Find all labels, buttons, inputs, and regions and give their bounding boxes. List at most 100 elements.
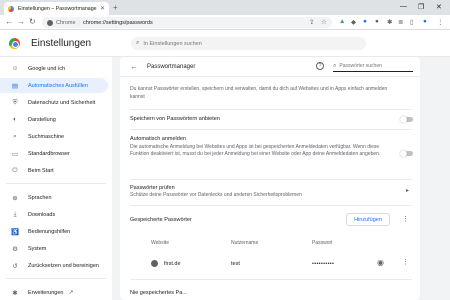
tab-title: Einstellungen – Passwortmanager xyxy=(18,5,97,12)
sidebar-item-label: Standardbrowser xyxy=(28,150,70,157)
more-actions-icon[interactable]: ⋮ xyxy=(402,215,409,223)
extension-icon-3[interactable]: ● xyxy=(375,18,379,25)
add-password-button[interactable]: Hinzufügen xyxy=(346,213,390,226)
tab-settings[interactable]: Einstellungen – Passwortmanager ✕ xyxy=(4,2,109,15)
sidebar-item-default-browser[interactable]: ▭ Standardbrowser xyxy=(0,146,112,161)
new-tab-icon[interactable]: + xyxy=(113,3,118,12)
settings-header: Einstellungen ⌕ xyxy=(0,30,450,57)
panel-header: ← Passwortmanager ? ⌕ xyxy=(120,57,420,77)
panel-title: Passwortmanager xyxy=(147,64,196,70)
reload-icon[interactable]: ↻ xyxy=(29,17,36,26)
chevron-right-icon: ▸ xyxy=(406,188,410,194)
sidebar-divider xyxy=(6,183,106,184)
back-arrow-icon[interactable]: ← xyxy=(130,62,138,71)
minimize-icon[interactable]: — xyxy=(400,3,407,10)
saved-passwords-label: Gespeicherte Passwörter xyxy=(130,217,192,223)
extension-drive-icon[interactable]: ▲ xyxy=(339,18,345,25)
sidebar-item-label: Erweiterungen xyxy=(28,289,64,296)
row-more-actions-icon[interactable]: ⋮ xyxy=(402,258,409,266)
row-password: •••••••••• xyxy=(312,261,335,267)
sidebar-item-accessibility[interactable]: ♿ Bedienungshilfen xyxy=(0,224,112,239)
password-manager-panel: ← Passwortmanager ? ⌕ Du kannst Passwört… xyxy=(120,57,420,300)
sidebar-item-appearance[interactable]: ◐ Darstellung xyxy=(0,112,112,127)
palette-icon: ◐ xyxy=(13,116,17,123)
sidebar-item-label: Darstellung xyxy=(28,116,56,123)
search-icon: ⌕ xyxy=(333,62,337,69)
url-separator: | xyxy=(78,19,80,26)
profile-avatar-icon[interactable]: ● xyxy=(423,18,427,25)
settings-search[interactable]: ⌕ xyxy=(131,37,366,50)
menu-kebab-icon[interactable]: ⋮ xyxy=(437,18,444,26)
sidebar-item-languages[interactable]: ⊕ Sprachen xyxy=(0,190,112,205)
accessibility-icon: ♿ xyxy=(10,228,20,236)
row-divider xyxy=(130,129,412,130)
column-header-website: Website xyxy=(151,240,169,246)
sidebar-item-label: Sprachen xyxy=(28,194,52,201)
sidepanel-icon[interactable]: ▯ xyxy=(410,18,414,26)
share-icon[interactable]: ⇪ xyxy=(309,18,314,26)
address-bar[interactable]: Chrome | chrome://settings/passwords xyxy=(42,17,332,28)
sidebar-item-label: Google und ich xyxy=(28,65,65,72)
person-icon: ☺ xyxy=(11,65,19,72)
chrome-logo-icon xyxy=(9,38,20,49)
maximize-icon[interactable]: ❐ xyxy=(418,3,424,11)
sidebar-item-label: Zurücksetzen und bereinigen xyxy=(28,262,99,269)
sidebar-item-label: System xyxy=(28,245,47,252)
browser-icon: ▭ xyxy=(11,150,19,158)
sidebar-item-label: Beim Start xyxy=(28,167,54,174)
row-site: first.de xyxy=(164,261,181,267)
sidebar-item-google[interactable]: ☺ Google und ich xyxy=(0,61,112,76)
auto-signin-label: Automatisch anmelden xyxy=(130,136,186,142)
download-icon: ⤓ xyxy=(13,210,17,218)
intro-text: Du kannst Passwörter erstellen, speicher… xyxy=(130,86,388,100)
sidebar-item-on-startup[interactable]: ⏻ Beim Start xyxy=(0,163,112,178)
url-source: Chrome xyxy=(56,19,76,26)
forward-icon[interactable]: → xyxy=(17,17,25,26)
sidebar-item-system[interactable]: ⚙ System xyxy=(0,241,112,256)
column-header-username: Nutzername xyxy=(231,240,259,246)
chrome-icon xyxy=(47,19,53,26)
sidebar-item-reset[interactable]: ↺ Zurücksetzen und bereinigen xyxy=(0,258,112,273)
shield-icon: ⛨ xyxy=(12,98,18,106)
close-window-icon[interactable]: ✕ xyxy=(436,3,442,11)
show-password-eye-icon[interactable]: ◉ xyxy=(377,258,384,267)
sidebar-divider xyxy=(6,278,106,279)
extension-icon-2[interactable]: ● xyxy=(363,18,367,25)
check-passwords-description: Schütze deine Passwörter vor Datenlecks … xyxy=(130,192,302,198)
bookmark-star-icon[interactable]: ☆ xyxy=(321,18,327,26)
sidebar: ☺ Google und ich ▤ Automatisches Ausfüll… xyxy=(0,57,112,300)
sidebar-item-label: Suchmaschine xyxy=(28,133,65,140)
password-search-input[interactable] xyxy=(339,63,404,69)
check-passwords-row[interactable]: Passwörter prüfen Schütze deine Passwört… xyxy=(120,180,420,202)
save-offer-label: Speichern von Passwörtern anbieten xyxy=(130,116,220,122)
sidebar-item-extensions[interactable]: ✱ Erweiterungen ↗ xyxy=(0,285,112,300)
auto-signin-toggle[interactable] xyxy=(400,149,413,157)
site-favicon-icon xyxy=(151,260,158,267)
settings-search-input[interactable] xyxy=(143,40,344,47)
settings-favicon-icon xyxy=(8,5,14,12)
sidebar-item-privacy[interactable]: ⛨ Datenschutz und Sicherheit xyxy=(0,95,112,110)
save-offer-toggle[interactable] xyxy=(400,115,413,123)
power-icon: ⏻ xyxy=(12,166,18,174)
sidebar-item-label: Bedienungshilfen xyxy=(28,228,71,235)
sidebar-item-search-engine[interactable]: ⌕ Suchmaschine xyxy=(0,129,112,144)
column-header-password: Passwort xyxy=(312,240,333,246)
sidebar-item-downloads[interactable]: ⤓ Downloads xyxy=(0,207,112,222)
help-icon[interactable]: ? xyxy=(316,62,324,70)
sidebar-item-label: Automatisches Ausfüllen xyxy=(28,82,88,89)
row-username: test xyxy=(231,261,240,267)
reading-list-icon[interactable]: ≣ xyxy=(398,18,403,26)
check-passwords-label: Passwörter prüfen xyxy=(130,185,175,191)
row-divider xyxy=(130,109,412,110)
back-icon[interactable]: ← xyxy=(5,17,13,26)
row-divider xyxy=(130,279,412,280)
extension-icon: ✱ xyxy=(12,289,18,297)
extensions-puzzle-icon[interactable]: ✱ xyxy=(387,18,392,26)
password-search[interactable]: ⌕ xyxy=(333,61,413,72)
close-tab-icon[interactable]: ✕ xyxy=(100,5,105,12)
page-title: Einstellungen xyxy=(31,38,92,49)
search-icon: ⌕ xyxy=(13,132,17,140)
sidebar-item-autofill[interactable]: ▤ Automatisches Ausfüllen xyxy=(0,78,108,93)
autofill-icon: ▤ xyxy=(11,82,19,90)
extension-icon-1[interactable]: ◆ xyxy=(351,18,356,26)
